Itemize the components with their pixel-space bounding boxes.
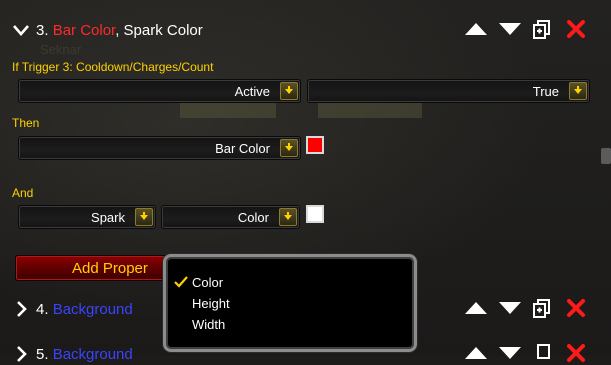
property-popup-menu: Color Height Width	[163, 254, 417, 352]
section-3-number: 3.	[36, 21, 49, 39]
and-label: And	[12, 186, 34, 200]
and-subproperty-dropdown[interactable]: Color	[161, 205, 300, 229]
then-color-swatch[interactable]	[306, 136, 324, 154]
section-4-number: 4.	[36, 300, 49, 318]
chevron-down-icon[interactable]	[10, 19, 32, 41]
and-property-value: Spark	[91, 210, 125, 225]
and-color-swatch[interactable]	[306, 205, 324, 223]
popup-item-height[interactable]: Height	[192, 296, 230, 311]
and-subproperty-value: Color	[237, 210, 269, 225]
scrollbar-thumb[interactable]	[601, 148, 611, 164]
duplicate-icon[interactable]	[531, 18, 553, 40]
move-down-icon[interactable]	[497, 342, 521, 364]
dropdown-arrow-icon[interactable]	[135, 208, 153, 226]
move-up-icon[interactable]	[463, 18, 487, 40]
popup-item-color[interactable]: Color	[192, 275, 223, 290]
section-5-header[interactable]: 5. Background	[10, 343, 133, 365]
section-3-title-red: Bar Color	[52, 21, 116, 39]
section-5-title: 5. Background	[36, 346, 133, 363]
delete-icon[interactable]	[565, 342, 587, 364]
condition-check-dropdown[interactable]: Active	[18, 79, 301, 103]
section-4-title: 4. Background	[36, 301, 133, 318]
condition-value-text: True	[532, 84, 559, 99]
move-down-icon[interactable]	[497, 297, 521, 319]
condition-label: If Trigger 3: Cooldown/Charges/Count	[12, 60, 214, 74]
section-3-title-rest: , Spark Color	[115, 21, 203, 39]
dropdown-arrow-icon[interactable]	[280, 139, 298, 157]
section-3-header[interactable]: 3. Bar Color, Spark Color	[10, 19, 203, 41]
duplicate-icon[interactable]	[531, 342, 553, 364]
section-4-header[interactable]: 4. Background	[10, 298, 133, 320]
then-property-value: Bar Color	[215, 141, 270, 156]
move-down-icon[interactable]	[497, 18, 521, 40]
then-label: Then	[12, 116, 40, 130]
section-5-number: 5.	[36, 345, 49, 363]
checkmark-icon	[174, 275, 188, 293]
condition-check-value: Active	[234, 84, 270, 99]
section-4-title-blue: Background	[52, 300, 133, 318]
add-property-label: Add Proper	[72, 260, 148, 277]
move-up-icon[interactable]	[463, 342, 487, 364]
chevron-right-icon[interactable]	[10, 343, 32, 365]
duplicate-icon[interactable]	[531, 297, 553, 319]
then-property-dropdown[interactable]: Bar Color	[18, 136, 301, 160]
section-3-title: 3. Bar Color, Spark Color	[36, 22, 203, 39]
dropdown-arrow-icon[interactable]	[280, 82, 298, 100]
delete-icon[interactable]	[565, 18, 587, 40]
delete-icon[interactable]	[565, 297, 587, 319]
section-5-title-blue: Background	[52, 345, 133, 363]
popup-item-width[interactable]: Width	[192, 317, 225, 332]
move-up-icon[interactable]	[463, 297, 487, 319]
chevron-right-icon[interactable]	[10, 298, 32, 320]
condition-value-dropdown[interactable]: True	[307, 79, 590, 103]
background-ghost-text: Seknar	[40, 42, 82, 57]
dropdown-arrow-icon[interactable]	[279, 208, 297, 226]
dropdown-arrow-icon[interactable]	[569, 82, 587, 100]
and-property-dropdown[interactable]: Spark	[18, 205, 156, 229]
